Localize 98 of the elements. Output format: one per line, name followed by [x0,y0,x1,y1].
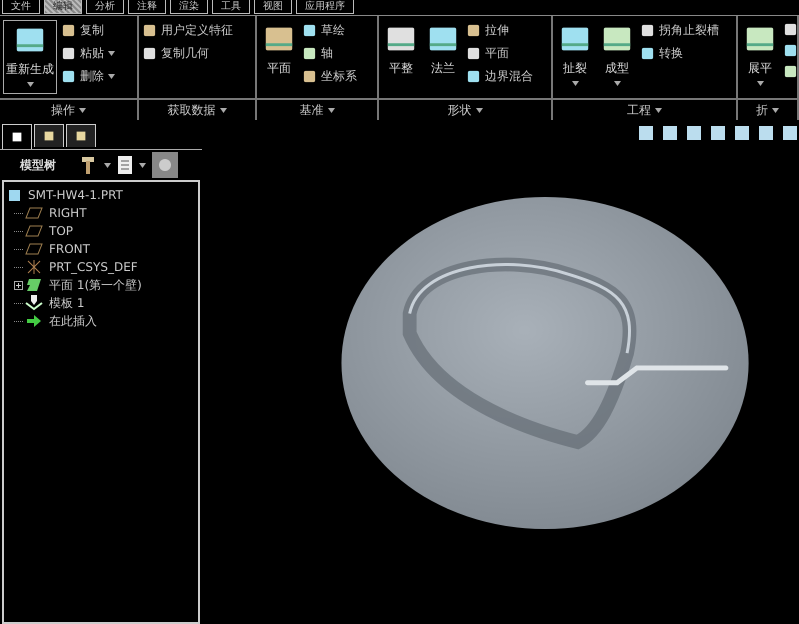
view-tool-icon[interactable] [661,124,679,142]
ribbon-button[interactable]: 平面 [260,20,298,94]
caret-icon[interactable] [614,81,620,86]
view-tool-icon[interactable] [709,124,727,142]
arrow-icon [25,314,43,328]
part-icon [8,188,22,202]
menu-item[interactable]: 文件 [2,0,40,14]
ribbon-button[interactable]: 轴 [302,45,368,62]
tree-item[interactable]: SMT-HW4-1.PRT [8,186,194,204]
group-label[interactable]: 形状 [448,102,472,118]
caret-icon[interactable] [756,81,764,86]
coordinate-system-icon [25,260,43,274]
panel-tab[interactable] [66,124,96,147]
tree-item[interactable]: 平面 1(第一个壁) [25,276,142,294]
ribbon-button[interactable]: 平整 [382,20,420,94]
ribbon-button[interactable]: 坐标系 [302,68,368,85]
group-label[interactable]: 折 [756,102,768,118]
caret-icon[interactable] [108,51,115,56]
tool-icon [466,46,481,61]
tool-icon [302,46,317,61]
tree-item[interactable]: FRONT [25,240,90,258]
ribbon-button[interactable]: 展平 [741,20,779,94]
ribbon-button[interactable]: 用户定义特征 [142,22,244,39]
ribbon-button[interactable]: 边界混合 [466,68,544,85]
ribbon-button[interactable]: 成型 [598,20,636,94]
group-label[interactable]: 基准 [300,102,324,118]
tool-icon [142,23,157,38]
caret-icon[interactable] [772,108,779,112]
ribbon-button[interactable]: 扯裂 [556,20,594,94]
tree-item[interactable]: 在此插入 [25,312,97,330]
ribbon-button[interactable]: 法兰 [424,20,462,94]
group-label[interactable]: 获取数据 [168,102,216,118]
tool-icon [640,23,655,38]
ribbon-button[interactable]: 复制几何 [142,45,244,62]
ribbon-button[interactable]: 复制 [61,22,115,39]
caret-icon[interactable] [476,108,482,112]
ribbon-button[interactable] [783,43,797,58]
tree-item[interactable]: 模板 1 [25,294,84,312]
menu-item[interactable]: 编辑 [44,0,82,14]
tool-icon [640,46,655,61]
ribbon-button[interactable]: 草绘 [302,22,368,39]
ribbon-button[interactable]: 粘贴 [61,45,115,62]
wall-icon [25,278,43,292]
panel-tab[interactable] [34,124,64,147]
tab-icon [42,129,56,143]
tool-icon [783,22,797,37]
ribbon-button[interactable]: 平面 [466,45,544,62]
plane-icon [25,243,43,255]
caret-icon[interactable] [108,74,115,79]
menu-item[interactable]: 工具 [212,0,250,14]
caret-icon[interactable] [79,108,86,112]
group-label[interactable]: 工程 [627,102,651,118]
ribbon-button[interactable] [783,22,797,37]
tool-icon [302,69,317,84]
menu-item[interactable]: 应用程序 [296,0,354,14]
tree-item[interactable]: PRT_CSYS_DEF [25,258,138,276]
view-tool-icon[interactable] [733,124,751,142]
ribbon-button[interactable]: 删除 [61,68,115,85]
panel-tab[interactable] [2,124,32,149]
tool-icon [466,23,481,38]
tab-icon [74,129,88,143]
tool-icon [61,69,76,84]
caret-icon[interactable] [328,108,334,112]
ribbon-button[interactable]: 拉伸 [466,22,544,39]
caret-icon[interactable] [104,162,111,168]
group-label[interactable]: 操作 [51,102,75,118]
tree-item[interactable]: RIGHT [25,204,87,222]
expand-toggle[interactable] [14,280,23,290]
tree-item[interactable]: TOP [25,222,74,240]
tree-title: 模型树 [20,156,56,174]
tool-icon [783,64,797,79]
plane-icon [25,225,43,237]
view-tool-icon[interactable] [781,124,799,142]
menu-item[interactable]: 分析 [86,0,124,14]
plane-icon [25,207,43,219]
tool-icon [61,46,76,61]
tool-icon [466,69,481,84]
tool-icon [142,46,157,61]
menu-item[interactable]: 注释 [128,0,166,14]
caret-icon[interactable] [655,108,662,112]
caret-icon[interactable] [139,162,146,168]
menu-item[interactable]: 视图 [254,0,292,14]
view-tool-icon[interactable] [757,124,775,142]
view-tool-icon[interactable] [685,124,703,142]
tab-icon [10,130,24,144]
caret-icon[interactable] [572,81,578,86]
menu-item[interactable]: 渲染 [170,0,208,14]
ribbon-button[interactable]: 拐角止裂槽 [640,22,730,39]
caret-icon[interactable] [220,108,226,112]
ribbon-button[interactable] [783,64,797,79]
view-tool-icon[interactable] [637,124,655,142]
ribbon-button[interactable]: 重新生成 [3,20,57,94]
caret-icon[interactable] [26,82,34,87]
ribbon-button[interactable]: 转换 [640,45,730,62]
list-icon[interactable] [117,155,133,175]
tool-icon [783,43,797,58]
tool-icon [302,23,317,38]
tool-icon [61,23,76,38]
